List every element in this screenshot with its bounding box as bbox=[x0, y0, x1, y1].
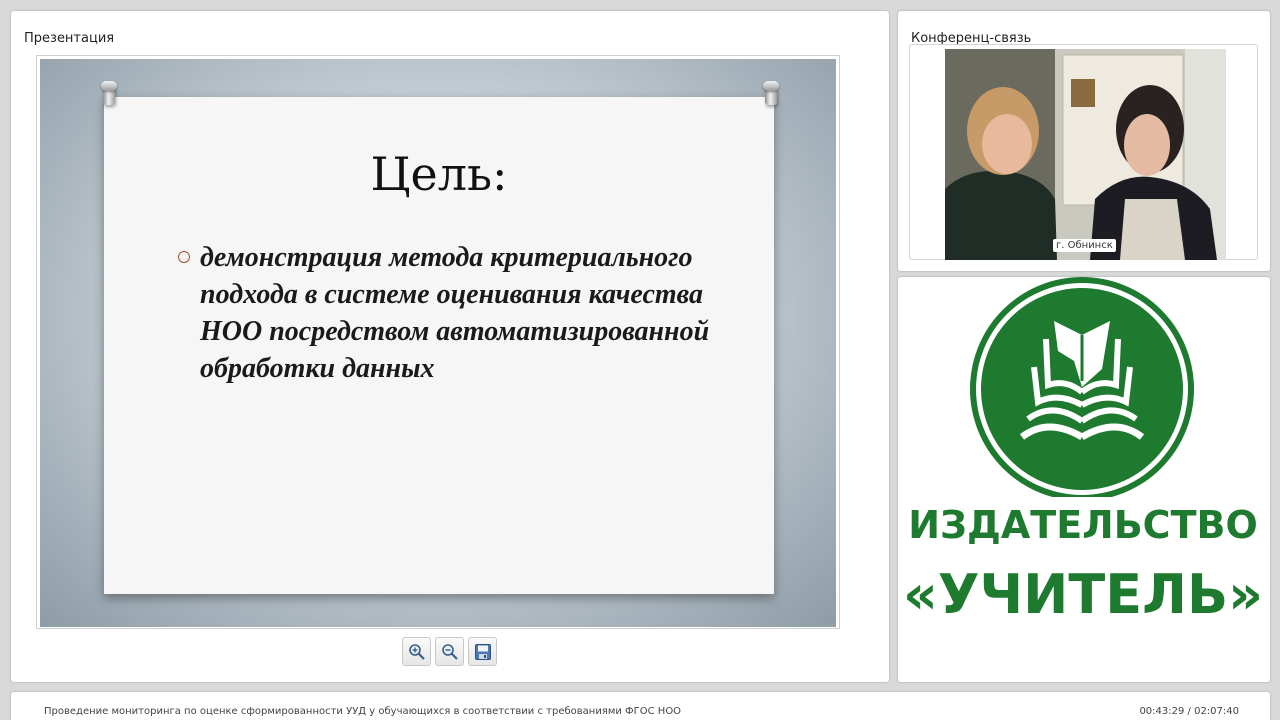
bullet-circle-icon bbox=[178, 251, 190, 263]
slide-bullet-text: демонстрация метода критериального подхо… bbox=[200, 242, 710, 384]
playback-time: 00:43:29 / 02:07:40 bbox=[1139, 706, 1239, 717]
video-location-label: г. Обнинск bbox=[1053, 239, 1116, 252]
zoom-in-button[interactable] bbox=[402, 637, 431, 666]
save-button[interactable] bbox=[468, 637, 497, 666]
pushpin-right-icon bbox=[763, 81, 779, 107]
presentation-panel-title: Презентация bbox=[24, 31, 115, 46]
webinar-title: Проведение мониторинга по оценке сформир… bbox=[44, 706, 682, 717]
webcam-video[interactable]: г. Обнинск bbox=[945, 49, 1226, 260]
conference-panel: Конференц-связь г. Обнинск bbox=[898, 11, 1270, 271]
slide-toolbar bbox=[402, 637, 497, 667]
pushpin-left-icon bbox=[101, 81, 117, 107]
publisher-name-line2: «УЧИТЕЛЬ» bbox=[903, 563, 1263, 626]
slide-paper: Цель: демонстрация метода критериального… bbox=[104, 97, 774, 594]
publisher-logo-panel: ИЗДАТЕЛЬСТВО «УЧИТЕЛЬ» bbox=[898, 277, 1270, 682]
webcam-scene bbox=[945, 49, 1226, 260]
footer-bar: Проведение мониторинга по оценке сформир… bbox=[11, 692, 1270, 720]
publisher-logo-icon bbox=[970, 277, 1194, 497]
publisher-name-line1: ИЗДАТЕЛЬСТВО bbox=[908, 503, 1258, 547]
slide-viewer[interactable]: Цель: демонстрация метода критериального… bbox=[36, 55, 840, 629]
zoom-out-icon bbox=[441, 643, 458, 660]
floppy-disk-icon bbox=[474, 643, 491, 660]
presentation-panel: Презентация Цель: демонстрация метода кр… bbox=[11, 11, 889, 682]
zoom-out-button[interactable] bbox=[435, 637, 464, 666]
zoom-in-icon bbox=[408, 643, 425, 660]
slide-heading: Цель: bbox=[370, 147, 508, 201]
slide-background: Цель: демонстрация метода критериального… bbox=[40, 59, 836, 627]
video-frame: г. Обнинск bbox=[909, 44, 1258, 260]
